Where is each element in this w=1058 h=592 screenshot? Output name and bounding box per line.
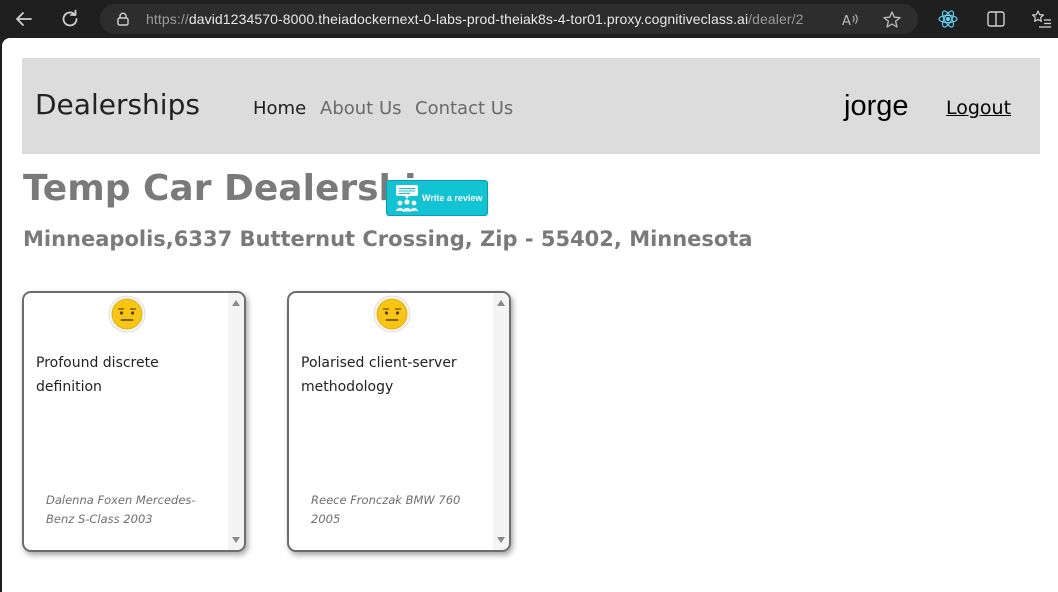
scroll-down-arrow-icon[interactable] (231, 535, 241, 545)
neutral-face-icon (373, 295, 411, 333)
reviewer-info: Reece Fronczak BMW 760 2005 (311, 493, 461, 526)
nav-link-contact-us[interactable]: Contact Us (415, 98, 513, 119)
review-text: Profound discrete definition (36, 355, 159, 395)
react-devtools-icon[interactable] (937, 8, 959, 30)
review-text: Polarised client-server methodology (301, 355, 457, 395)
dealer-name: Temp Car Dealership (23, 168, 443, 209)
svg-text:A: A (842, 14, 851, 29)
lock-icon[interactable] (116, 12, 130, 26)
navbar: Dealerships Home About Us Contact Us jor… (22, 58, 1040, 154)
url-text[interactable]: https://david1234570-8000.theiadockernex… (146, 11, 804, 27)
review-scrollbar[interactable] (228, 293, 244, 550)
read-aloud-icon[interactable]: A (840, 10, 860, 30)
nav-link-about-us[interactable]: About Us (320, 98, 402, 119)
favorites-list-icon[interactable] (1030, 8, 1052, 30)
favorite-star-icon[interactable] (882, 10, 902, 30)
dealer-address: Minneapolis,6337 Butternut Crossing, Zip… (23, 227, 753, 251)
logout-link[interactable]: Logout (946, 97, 1011, 119)
browser-toolbar: https://david1234570-8000.theiadockernex… (0, 0, 1058, 38)
reviewer-info: Dalenna Foxen Mercedes-Benz S-Class 2003 (46, 493, 196, 526)
neutral-face-icon (108, 295, 146, 333)
write-review-icon (395, 185, 419, 212)
username: jorge (844, 90, 909, 122)
url-host: david1234570-8000.theiadockernext-0-labs… (188, 11, 749, 27)
brand-title[interactable]: Dealerships (35, 88, 200, 121)
scroll-down-arrow-icon[interactable] (496, 535, 506, 545)
write-review-button[interactable]: Write a review (386, 180, 488, 216)
address-bar[interactable]: https://david1234570-8000.theiadockernex… (100, 4, 918, 34)
back-arrow-icon[interactable] (12, 7, 36, 31)
review-scrollbar[interactable] (493, 293, 509, 550)
split-screen-icon[interactable] (985, 8, 1007, 30)
write-review-label: Write a review (422, 193, 483, 203)
nav-link-home[interactable]: Home (253, 98, 306, 119)
url-prefix: https:// (146, 11, 189, 27)
url-path: /dealer/2 (748, 11, 804, 27)
page-content: Dealerships Home About Us Contact Us jor… (2, 38, 1058, 592)
review-card: Polarised client-server methodology Reec… (287, 291, 511, 552)
scroll-up-arrow-icon[interactable] (231, 298, 241, 308)
review-card: Profound discrete definition Dalenna Fox… (22, 291, 246, 552)
refresh-icon[interactable] (58, 7, 82, 31)
scroll-up-arrow-icon[interactable] (496, 298, 506, 308)
